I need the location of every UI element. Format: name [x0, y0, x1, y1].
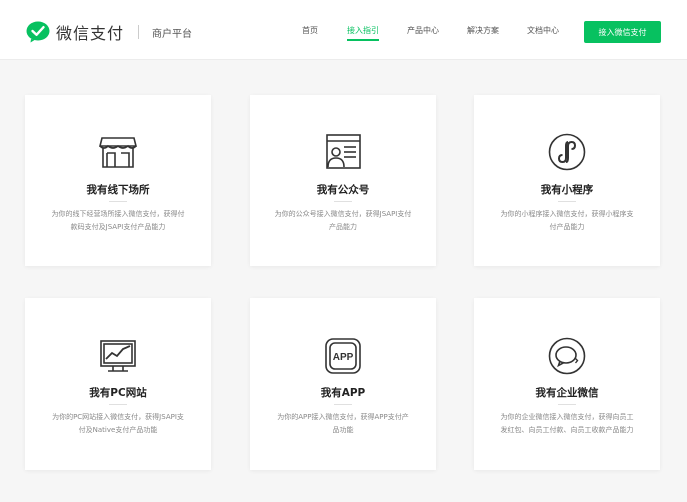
brand-logo[interactable]: 微信支付 商户平台 — [26, 20, 192, 44]
card-divider — [334, 404, 352, 405]
brand-subtitle: 商户平台 — [152, 28, 193, 40]
card-title: 我有企业微信 — [535, 387, 599, 399]
svg-text:APP: APP — [333, 352, 354, 363]
card-description: 为你的公众号接入微信支付，获得JSAPI支付产品能力 — [274, 210, 412, 231]
connect-wechat-pay-button[interactable]: 接入微信支付 — [584, 21, 661, 43]
storefront-icon — [99, 133, 137, 171]
card-description: 为你的PC网站接入微信支付，获得JSAPI支付及Native支付产品功能 — [52, 413, 184, 434]
brand-name: 微信支付 — [56, 24, 125, 43]
nav-products[interactable]: 产品中心 — [407, 25, 439, 36]
card-app[interactable]: APP 我有APP 为你的APP接入微信支付，获得APP支付产品功能 — [250, 298, 436, 470]
card-divider — [558, 404, 576, 405]
card-mini-program[interactable]: 我有小程序 为你的小程序接入微信支付，获得小程序支付产品能力 — [474, 95, 660, 266]
card-wecom[interactable]: 我有企业微信 为你的企业微信接入微信支付，获得向员工发红包、向员工付款、向员工收… — [474, 298, 660, 470]
card-title: 我有线下场所 — [86, 184, 150, 196]
card-description: 为你的APP接入微信支付，获得APP支付产品功能 — [277, 413, 409, 434]
card-title: 我有PC网站 — [89, 387, 147, 399]
card-title: 我有小程序 — [540, 184, 594, 196]
card-description: 为你的企业微信接入微信支付，获得向员工发红包、向员工付款、向员工收款产品能力 — [500, 413, 634, 434]
card-pc-website[interactable]: 我有PC网站 为你的PC网站接入微信支付，获得JSAPI支付及Native支付产… — [25, 298, 211, 470]
card-official-account[interactable]: 我有公众号 为你的公众号接入微信支付，获得JSAPI支付产品能力 — [250, 95, 436, 266]
card-divider — [109, 201, 127, 202]
card-description: 为你的小程序接入微信支付，获得小程序支付产品能力 — [500, 210, 634, 231]
brand-divider — [138, 25, 140, 39]
card-title: 我有公众号 — [316, 184, 370, 196]
nav-solutions[interactable]: 解决方案 — [467, 25, 499, 36]
card-divider — [109, 404, 127, 405]
card-offline-store[interactable]: 我有线下场所 为你的线下经营场所接入微信支付，获得付款码支付及JSAPI支付产品… — [25, 95, 211, 266]
mini-program-icon — [548, 133, 586, 171]
nav-access-guide[interactable]: 接入指引 — [347, 25, 379, 41]
wecom-icon — [548, 337, 586, 375]
wechat-pay-logo-icon — [26, 21, 50, 43]
top-header: 微信支付 商户平台 首页 接入指引 产品中心 解决方案 文档中心 接入微信支付 — [0, 0, 687, 60]
card-title: 我有APP — [320, 387, 366, 399]
card-description: 为你的线下经营场所接入微信支付，获得付款码支付及JSAPI支付产品能力 — [51, 210, 185, 231]
card-divider — [334, 201, 352, 202]
nav-home[interactable]: 首页 — [302, 25, 318, 36]
official-account-icon — [324, 133, 362, 171]
nav-docs[interactable]: 文档中心 — [527, 25, 559, 36]
pc-website-icon — [99, 337, 137, 375]
app-icon: APP — [324, 337, 362, 375]
card-divider — [558, 201, 576, 202]
